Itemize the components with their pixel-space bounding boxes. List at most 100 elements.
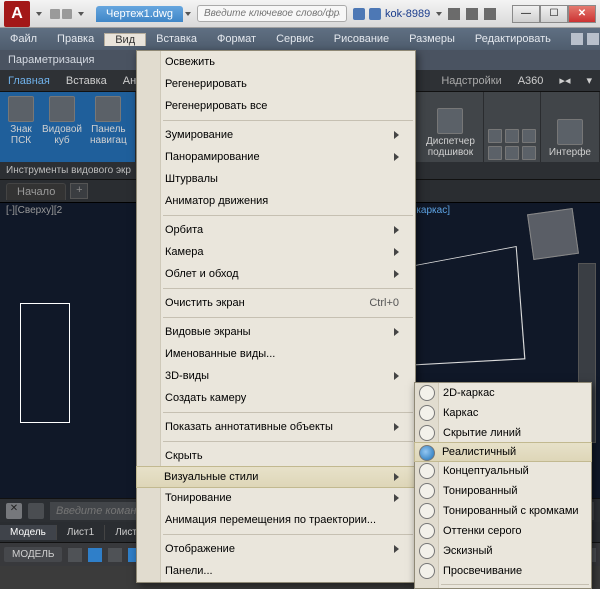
menu-item[interactable]: Освежить xyxy=(137,51,415,73)
ribbon-tab-home[interactable]: Главная xyxy=(0,75,58,87)
menu-item[interactable]: Зумирование xyxy=(137,124,415,146)
menu-item-icon xyxy=(141,563,157,579)
visual-style-icon xyxy=(419,463,435,479)
menu-item[interactable]: 3D-виды xyxy=(137,365,415,387)
layout-tab-model[interactable]: Модель xyxy=(0,525,57,540)
help-dropdown-icon[interactable] xyxy=(466,8,478,20)
ortho-icon[interactable] xyxy=(108,548,122,562)
cmd-options-icon[interactable] xyxy=(28,503,44,519)
qat-drop[interactable] xyxy=(78,12,84,16)
app-menu-drop[interactable] xyxy=(36,12,42,16)
menu-item-icon xyxy=(141,390,157,406)
ribbon-tab-a360[interactable]: A360 xyxy=(510,75,552,87)
submenu-item[interactable]: Просвечивание xyxy=(415,561,591,581)
ribbon-collapse-icon[interactable]: ▾ xyxy=(578,74,600,87)
file-tab-start[interactable]: Начало xyxy=(6,183,66,200)
submenu-item[interactable]: Каркас xyxy=(415,403,591,423)
menu-modify[interactable]: Редактировать xyxy=(465,33,561,45)
ucs-icon-button[interactable]: Знак ПСК xyxy=(4,94,38,148)
layout-tab-sheet1[interactable]: Лист1 xyxy=(57,525,105,540)
close-button[interactable]: ✕ xyxy=(568,5,596,23)
menu-dim[interactable]: Размеры xyxy=(399,33,465,45)
menu-insert[interactable]: Вставка xyxy=(146,33,207,45)
search-input[interactable] xyxy=(197,5,347,22)
menu-format[interactable]: Формат xyxy=(207,33,266,45)
menu-item[interactable]: Орбита xyxy=(137,219,415,241)
sheetset-button[interactable]: Диспетчер подшивок xyxy=(422,106,479,160)
submenu-arrow-icon xyxy=(394,270,399,278)
menu-item[interactable]: Регенерировать все xyxy=(137,95,415,117)
menu-item[interactable]: Аниматор движения xyxy=(137,190,415,212)
menu-item-icon xyxy=(141,266,157,282)
submenu-arrow-icon xyxy=(394,153,399,161)
submenu-item[interactable]: Тонированный с кромками xyxy=(415,501,591,521)
submenu-item[interactable]: Тонированный xyxy=(415,481,591,501)
menu-item[interactable]: Визуальные стили xyxy=(136,466,416,488)
quick-access-toolbar[interactable] xyxy=(50,9,72,19)
menu-item[interactable]: Очистить экранCtrl+0 xyxy=(137,292,415,314)
maximize-button[interactable]: ☐ xyxy=(540,5,568,23)
menu-item[interactable]: Штурвалы xyxy=(137,168,415,190)
submenu-item[interactable]: 2D-каркас xyxy=(415,383,591,403)
menu-item-icon xyxy=(141,295,157,311)
status-model-button[interactable]: МОДЕЛЬ xyxy=(4,547,62,562)
menu-item[interactable]: Показать аннотативные объекты xyxy=(137,416,415,438)
viewcube[interactable] xyxy=(527,208,579,260)
menu-item[interactable]: Облет и обход xyxy=(137,263,415,285)
document-tab[interactable]: Чертеж1.dwg xyxy=(96,6,183,22)
palette-grid[interactable] xyxy=(488,129,536,160)
viewport-controls-left[interactable]: [-][Сверху][2 xyxy=(6,205,62,216)
exchange-icon[interactable] xyxy=(448,8,460,20)
menu-item-label: Очистить экран xyxy=(165,297,245,309)
ribbon-tab-switch-icon[interactable]: ▸◂ xyxy=(551,74,578,87)
menu-item[interactable]: Анимация перемещения по траектории... xyxy=(137,509,415,531)
interface-button[interactable]: Интерфе xyxy=(545,117,595,160)
user-drop[interactable] xyxy=(436,12,442,16)
menu-item-icon xyxy=(141,76,157,92)
app-logo[interactable]: A xyxy=(4,1,30,27)
snap-icon[interactable] xyxy=(88,548,102,562)
menu-item[interactable]: Отображение xyxy=(137,538,415,560)
submenu-item[interactable]: Эскизный xyxy=(415,541,591,561)
grid-icon[interactable] xyxy=(68,548,82,562)
menu-parametric[interactable]: Параметризация xyxy=(8,54,94,66)
submenu-arrow-icon xyxy=(394,248,399,256)
ribbon-tab-insert[interactable]: Вставка xyxy=(58,75,115,87)
submenu-item[interactable]: Реалистичный xyxy=(414,442,592,462)
file-tab-new[interactable]: + xyxy=(70,183,88,199)
doc-drop[interactable] xyxy=(185,12,191,16)
menu-draw[interactable]: Рисование xyxy=(324,33,399,45)
visual-style-icon xyxy=(419,405,435,421)
navbar-button[interactable]: Панель навигац xyxy=(86,94,131,148)
menu-item-label: Визуальные стили xyxy=(164,471,258,483)
menu-file[interactable]: Файл xyxy=(0,33,47,45)
menu-item[interactable]: Панорамирование xyxy=(137,146,415,168)
menu-edit[interactable]: Правка xyxy=(47,33,104,45)
mdi-min-icon[interactable] xyxy=(571,33,583,45)
menu-service[interactable]: Сервис xyxy=(266,33,324,45)
menu-item[interactable]: Видовые экраны xyxy=(137,321,415,343)
menu-item[interactable]: Скрыть xyxy=(137,445,415,467)
mdi-max-icon[interactable] xyxy=(587,33,599,45)
menu-item[interactable]: Тонирование xyxy=(137,487,415,509)
submenu-item[interactable]: Концептуальный xyxy=(415,461,591,481)
cmd-close-icon[interactable]: ✕ xyxy=(6,503,22,519)
visual-style-icon xyxy=(419,445,435,461)
menu-item[interactable]: Именованные виды... xyxy=(137,343,415,365)
menu-item[interactable]: Камера xyxy=(137,241,415,263)
user-account[interactable]: kok-8989 xyxy=(353,8,442,20)
menu-view[interactable]: Вид xyxy=(104,33,146,46)
help-icon[interactable] xyxy=(484,8,496,20)
menu-item-icon xyxy=(141,541,157,557)
menu-item[interactable]: Регенерировать xyxy=(137,73,415,95)
submenu-item[interactable]: Скрытие линий xyxy=(415,423,591,443)
submenu-item[interactable]: Оттенки серого xyxy=(415,521,591,541)
ribbon-tab-addins[interactable]: Надстройки xyxy=(433,75,509,87)
menu-item-icon xyxy=(141,368,157,384)
menu-item[interactable]: Панели... xyxy=(137,560,415,582)
viewcube-button[interactable]: Видовой куб xyxy=(38,94,86,148)
menu-item[interactable]: Создать камеру xyxy=(137,387,415,409)
submenu-item-label: Реалистичный xyxy=(442,446,516,458)
menu-item-label: Регенерировать все xyxy=(165,100,267,112)
minimize-button[interactable]: — xyxy=(512,5,540,23)
